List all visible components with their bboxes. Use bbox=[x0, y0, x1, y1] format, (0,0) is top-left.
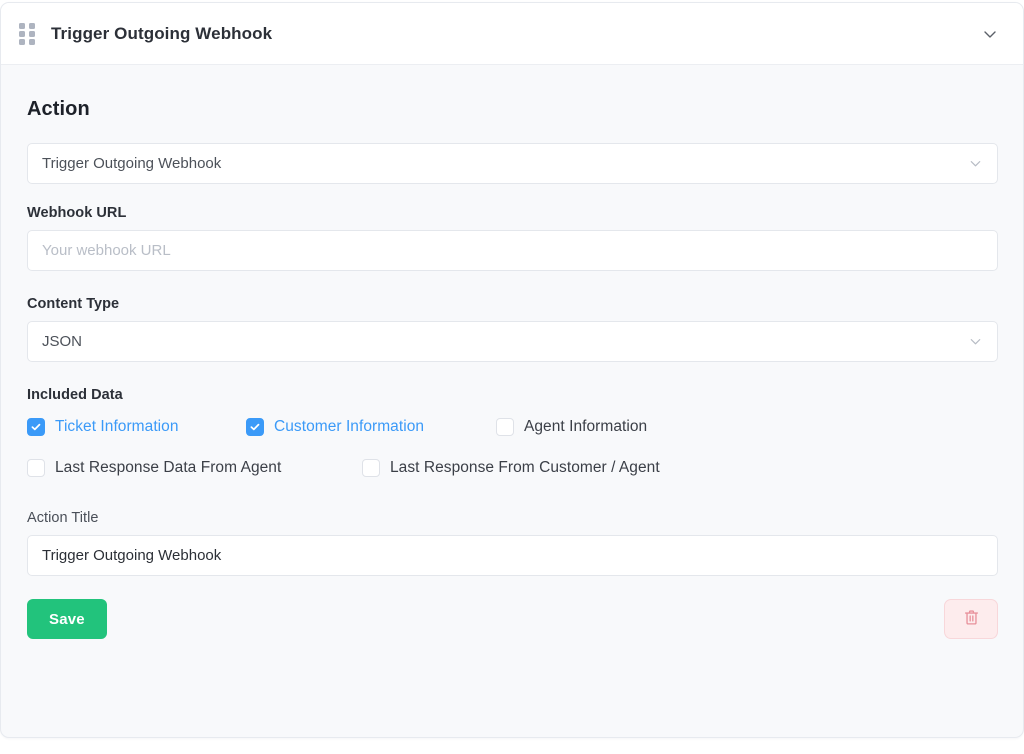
checkbox-customer-information[interactable]: Customer Information bbox=[246, 418, 496, 436]
card-title: Trigger Outgoing Webhook bbox=[51, 23, 273, 43]
action-title-value: Trigger Outgoing Webhook bbox=[42, 547, 222, 564]
checkbox-label: Customer Information bbox=[274, 418, 425, 435]
action-select[interactable]: Trigger Outgoing Webhook bbox=[27, 143, 998, 184]
drag-handle-icon[interactable] bbox=[19, 22, 35, 45]
checkbox-ticket-information[interactable]: Ticket Information bbox=[27, 418, 246, 436]
card-footer: Save bbox=[27, 599, 998, 667]
webhook-url-label: Webhook URL bbox=[27, 205, 127, 221]
checkbox-label: Last Response From Customer / Agent bbox=[390, 459, 660, 476]
included-data-label: Included Data bbox=[27, 387, 123, 403]
checkbox-label: Ticket Information bbox=[55, 418, 179, 435]
content-type-label: Content Type bbox=[27, 296, 120, 312]
action-title-label: Action Title bbox=[27, 510, 99, 526]
checkbox-box-checked-icon bbox=[246, 418, 264, 436]
content-type-select[interactable]: JSON bbox=[27, 321, 998, 362]
checkbox-agent-information[interactable]: Agent Information bbox=[496, 418, 647, 436]
collapse-chevron-down-icon[interactable] bbox=[979, 23, 1001, 45]
included-data-checkbox-group: Ticket Information Customer Information … bbox=[27, 412, 997, 483]
checkbox-label: Agent Information bbox=[524, 418, 648, 435]
content-type-chevron-down-icon bbox=[966, 333, 984, 351]
webhook-url-field[interactable]: Your webhook URL bbox=[27, 230, 998, 271]
checkbox-last-response-data-from-agent[interactable]: Last Response Data From Agent bbox=[27, 459, 362, 477]
action-select-chevron-down-icon bbox=[966, 155, 984, 173]
action-card: Trigger Outgoing Webhook Action Trigger … bbox=[0, 2, 1024, 738]
checkbox-row: Last Response Data From Agent Last Respo… bbox=[27, 453, 997, 483]
card-header: Trigger Outgoing Webhook bbox=[1, 3, 1023, 65]
content-type-value: JSON bbox=[42, 333, 83, 350]
checkbox-last-response-from-customer-agent[interactable]: Last Response From Customer / Agent bbox=[362, 459, 660, 477]
checkbox-row: Ticket Information Customer Information … bbox=[27, 412, 997, 442]
action-title-field[interactable]: Trigger Outgoing Webhook bbox=[27, 535, 998, 576]
checkbox-box-unchecked-icon bbox=[362, 459, 380, 477]
trash-icon bbox=[962, 608, 981, 630]
section-heading: Action bbox=[27, 98, 90, 120]
checkbox-label: Last Response Data From Agent bbox=[55, 459, 282, 476]
checkbox-box-unchecked-icon bbox=[27, 459, 45, 477]
save-button[interactable]: Save bbox=[27, 599, 107, 639]
webhook-url-placeholder: Your webhook URL bbox=[42, 242, 171, 259]
checkbox-box-checked-icon bbox=[27, 418, 45, 436]
checkbox-box-unchecked-icon bbox=[496, 418, 514, 436]
screenshot-root: Trigger Outgoing Webhook Action Trigger … bbox=[0, 0, 1024, 754]
delete-button[interactable] bbox=[944, 599, 998, 639]
action-select-value: Trigger Outgoing Webhook bbox=[42, 155, 222, 172]
card-body: Action Trigger Outgoing Webhook Webhook … bbox=[1, 65, 1023, 667]
